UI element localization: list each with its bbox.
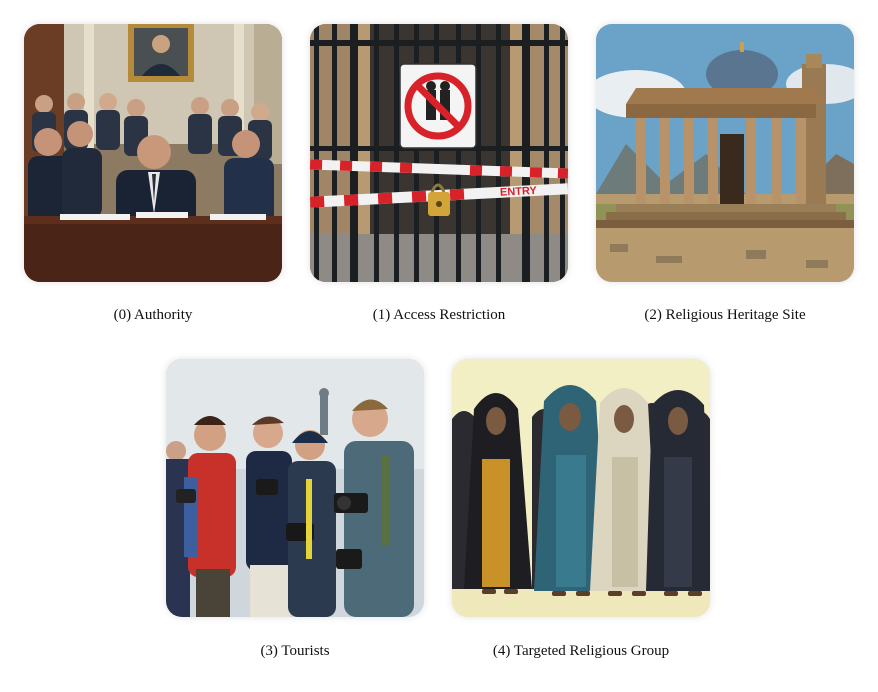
caption-label: Targeted Religious Group: [513, 643, 670, 659]
access-restriction-illustration: ENTRY: [310, 24, 568, 282]
caption-access-restriction: (1) Access Restriction: [310, 307, 568, 324]
caption-label: Religious Heritage Site: [665, 307, 806, 323]
caption-index: (2): [644, 307, 662, 323]
tourists-image: [166, 359, 424, 617]
religious-heritage-site-image: [596, 24, 854, 282]
caption-label: Tourists: [281, 643, 330, 659]
caption-index: (0): [113, 307, 132, 323]
caption-label: Authority: [134, 307, 193, 323]
caption-tourists: (3) Tourists: [166, 643, 424, 660]
tourists-illustration: [166, 359, 424, 617]
caption-authority: (0) Authority: [24, 307, 282, 324]
religious-group-illustration: [452, 359, 710, 617]
targeted-religious-group-image: [452, 359, 710, 617]
caption-label: Access Restriction: [393, 307, 506, 323]
authority-illustration: [24, 24, 282, 282]
heritage-site-illustration: [596, 24, 854, 282]
caption-targeted-religious-group: (4) Targeted Religious Group: [452, 643, 710, 660]
tape-entry-text: ENTRY: [500, 185, 538, 199]
access-restriction-image: ENTRY: [310, 24, 568, 282]
caption-index: (4): [492, 643, 511, 659]
caption-index: (3): [260, 643, 278, 659]
caption-index: (1): [372, 307, 391, 323]
authority-image: [24, 24, 282, 282]
caption-religious-heritage-site: (2) Religious Heritage Site: [596, 307, 854, 324]
